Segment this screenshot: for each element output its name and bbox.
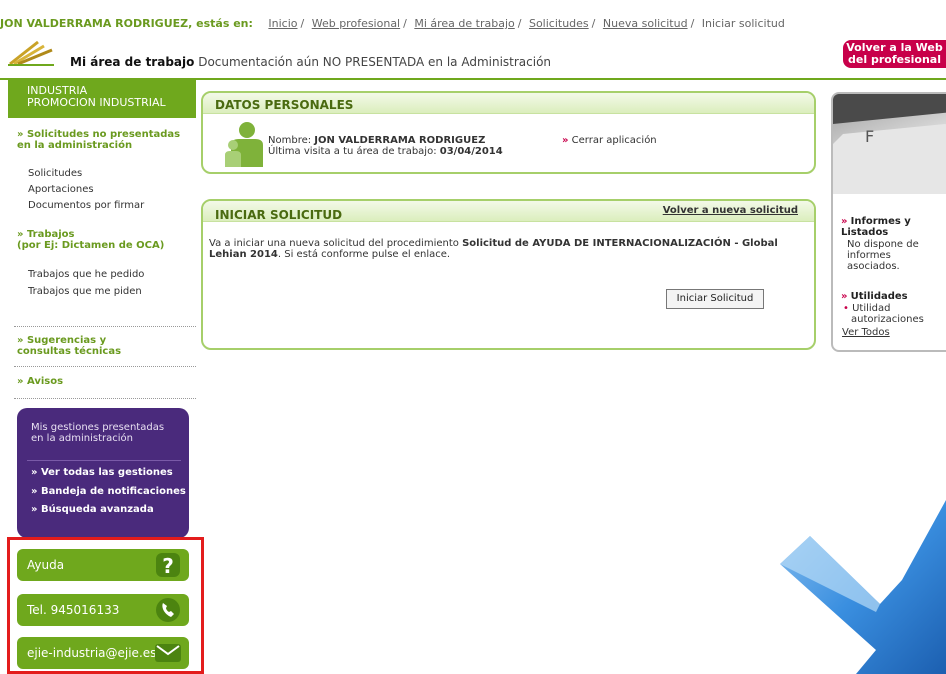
svg-text:F: F xyxy=(865,127,874,146)
email-button[interactable]: ejie-industria@ejie.es xyxy=(17,637,189,669)
divider xyxy=(14,366,196,367)
sidebar-item-aportaciones[interactable]: Aportaciones xyxy=(28,184,94,195)
utilidad-link[interactable]: • Utilidad autorizaciones xyxy=(843,303,924,325)
cerrar-aplicacion-link[interactable]: » Cerrar aplicación xyxy=(562,135,657,146)
informes-line2: Listados xyxy=(841,227,889,238)
sidebar-link-trabajos[interactable]: » Trabajos (por Ej: Dictamen de OCA) xyxy=(17,229,164,251)
envelope-icon xyxy=(155,644,181,662)
iniciar-description: Va a iniciar una nueva solicitud del pro… xyxy=(209,238,799,260)
informes-text-line: asociados. xyxy=(847,261,900,272)
divider xyxy=(14,398,196,399)
breadcrumb-separator: / xyxy=(403,17,407,30)
breadcrumb-web-profesional[interactable]: Web profesional xyxy=(312,17,400,30)
area-description: Documentación aún NO PRESENTADA en la Ad… xyxy=(198,55,552,69)
utilidades-heading[interactable]: » Utilidades xyxy=(841,291,908,302)
breadcrumb-separator: / xyxy=(690,17,695,30)
visita-value: 03/04/2014 xyxy=(439,146,503,157)
informes-text: No dispone de informes asociados. xyxy=(847,239,919,272)
link-busqueda-avanzada[interactable]: » Búsqueda avanzada xyxy=(31,504,154,515)
iniciar-solicitud-panel: INICIAR SOLICITUD Volver a nueva solicit… xyxy=(201,199,816,350)
breadcrumb-nueva-solicitud[interactable]: Nueva solicitud xyxy=(603,17,688,30)
informes-heading[interactable]: » Informes y Listados xyxy=(841,216,911,238)
cerrar-label: Cerrar aplicación xyxy=(571,135,657,146)
telefono-button[interactable]: Tel. 945016133 xyxy=(17,594,189,626)
breadcrumb-mi-area[interactable]: Mi área de trabajo xyxy=(414,17,514,30)
informes-text-line: No dispone de xyxy=(847,239,919,250)
breadcrumb-separator: / xyxy=(517,17,522,30)
svg-text:?: ? xyxy=(162,554,174,578)
iniciar-solicitud-title: INICIAR SOLICITUD xyxy=(215,208,343,222)
nombre-label: Nombre: xyxy=(268,135,312,146)
gestiones-heading: Mis gestiones presentadas en la administ… xyxy=(31,422,164,444)
volver-web-profesional-button[interactable]: Volver a la Web del profesional xyxy=(843,40,946,68)
divider xyxy=(14,326,196,327)
datos-personales-panel: DATOS PERSONALES Nombre: JON VALDERRAMA … xyxy=(201,91,816,174)
arrow-icon xyxy=(780,500,946,674)
phone-icon xyxy=(156,598,180,622)
folder-image: F xyxy=(833,94,946,194)
sidebar-item-trabajos-piden[interactable]: Trabajos que me piden xyxy=(28,286,142,297)
ayuda-button[interactable]: Ayuda ? xyxy=(17,549,189,581)
heading-line1: Mis gestiones presentadas xyxy=(31,422,165,433)
volver-nueva-solicitud-link[interactable]: Volver a nueva solicitud xyxy=(663,205,798,216)
section-line2: PROMOCION INDUSTRIAL xyxy=(27,96,166,109)
breadcrumb-inicio[interactable]: Inicio xyxy=(268,17,297,30)
utilidades-label: Utilidades xyxy=(850,291,908,302)
link-line2: consultas técnicas xyxy=(17,346,122,357)
utilidad-line1: Utilidad xyxy=(852,303,891,314)
breadcrumb-separator: / xyxy=(591,17,596,30)
volver-web-line2: del profesional xyxy=(848,53,941,66)
bullet-icon: • xyxy=(843,303,849,314)
informes-line1: Informes y xyxy=(850,216,911,227)
sidebar-link-sugerencias[interactable]: » Sugerencias y consultas técnicas xyxy=(17,335,121,357)
telefono-label: Tel. 945016133 xyxy=(27,603,120,617)
divider xyxy=(27,460,181,461)
ayuda-label: Ayuda xyxy=(27,558,65,572)
sidebar-item-solicitudes[interactable]: Solicitudes xyxy=(28,168,82,179)
logo-icon xyxy=(8,40,54,66)
breadcrumb: JON VALDERRAMA RODRIGUEZ, estás en: Inic… xyxy=(0,17,785,33)
link-ver-todas-gestiones[interactable]: » Ver todas las gestiones xyxy=(31,467,173,478)
nombre-value: JON VALDERRAMA RODRIGUEZ xyxy=(314,135,486,146)
help-icon: ? xyxy=(156,553,180,578)
link-line2: (por Ej: Dictamen de OCA) xyxy=(17,240,165,251)
sidebar-link-no-presentadas[interactable]: » Solicitudes no presentadas en la admin… xyxy=(17,129,180,151)
heading-line2: en la administración xyxy=(31,433,133,444)
sidebar-item-trabajos-pedido[interactable]: Trabajos que he pedido xyxy=(28,269,144,280)
ver-todos-link[interactable]: Ver Todos xyxy=(842,327,890,338)
breadcrumb-solicitudes[interactable]: Solicitudes xyxy=(529,17,589,30)
page-title: Mi área de trabajo Documentación aún NO … xyxy=(70,55,551,69)
text-pre: Va a iniciar una nueva solicitud del pro… xyxy=(209,238,459,249)
folder-tab-icon: F xyxy=(833,94,946,194)
utilidad-line2: autorizaciones xyxy=(851,314,924,325)
double-chevron-icon: » xyxy=(841,291,848,302)
user-location-label: JON VALDERRAMA RODRIGUEZ, estás en: xyxy=(0,17,253,30)
user-avatar-icon xyxy=(225,122,263,167)
visita-label: Última visita a tu área de trabajo: xyxy=(268,146,437,157)
sidebar-section-header: INDUSTRIA PROMOCION INDUSTRIAL xyxy=(8,80,196,118)
link-line1: » Trabajos xyxy=(17,229,75,240)
iniciar-solicitud-button[interactable]: Iniciar Solicitud xyxy=(666,289,764,309)
link-bandeja-notificaciones[interactable]: » Bandeja de notificaciones xyxy=(31,486,186,497)
email-label: ejie-industria@ejie.es xyxy=(27,646,157,660)
nombre-row: Nombre: JON VALDERRAMA RODRIGUEZ xyxy=(268,135,485,146)
link-line2: en la administración xyxy=(17,140,133,151)
text-post: . Si está conforme pulse el enlace. xyxy=(277,249,451,260)
double-chevron-icon: » xyxy=(841,216,848,227)
informes-text-line: informes xyxy=(847,250,891,261)
right-panel: F » Informes y Listados No dispone de in… xyxy=(831,92,946,352)
mis-gestiones-panel: Mis gestiones presentadas en la administ… xyxy=(17,408,189,538)
area-title: Mi área de trabajo xyxy=(70,55,195,69)
sidebar-item-documentos-firmar[interactable]: Documentos por firmar xyxy=(28,200,144,211)
breadcrumb-current: Iniciar solicitud xyxy=(701,17,785,30)
visita-row: Última visita a tu área de trabajo: 03/0… xyxy=(268,146,503,157)
datos-personales-title: DATOS PERSONALES xyxy=(215,98,354,112)
link-line1: » Sugerencias y xyxy=(17,335,107,346)
sidebar-link-avisos[interactable]: » Avisos xyxy=(17,376,63,387)
link-line1: » Solicitudes no presentadas xyxy=(17,129,181,140)
breadcrumb-separator: / xyxy=(300,17,305,30)
double-chevron-icon: » xyxy=(562,135,569,146)
